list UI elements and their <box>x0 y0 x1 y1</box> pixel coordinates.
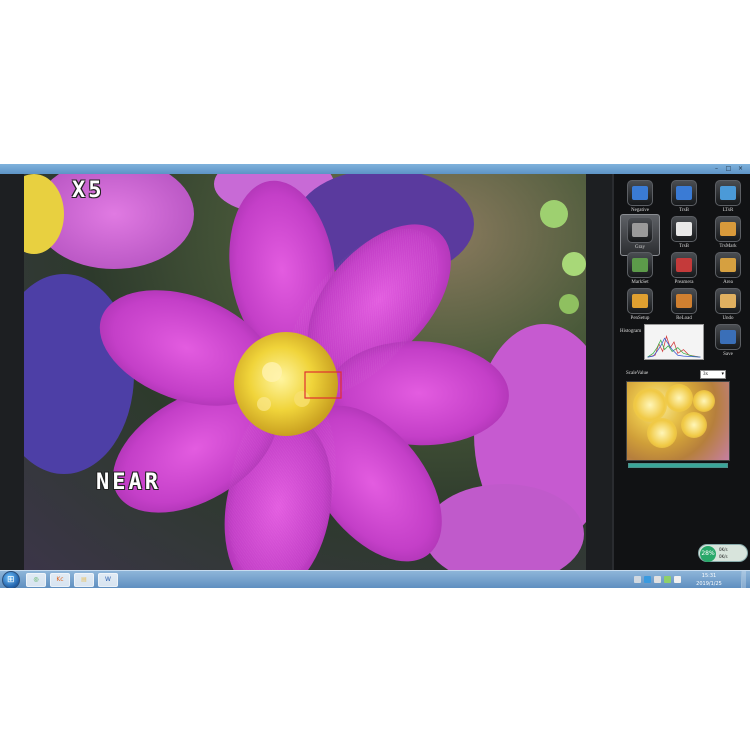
tool-panel: Negative TrsB LTsR Gray TrsB TrsMark MarkSet Pr… <box>612 174 750 570</box>
taskbar: ⊞ ◎ Kc ▤ W 15:31 2019/1/25 <box>0 570 750 588</box>
tool-button-10[interactable]: ReLoad <box>664 286 704 328</box>
markset-icon <box>627 252 653 278</box>
undo-icon <box>715 288 741 314</box>
tool-button-12[interactable]: Save <box>708 322 748 364</box>
preview-pollen <box>681 412 707 438</box>
ltsr-icon <box>715 180 741 206</box>
magnified-preview <box>626 381 730 461</box>
area-icon-glyph <box>720 258 736 272</box>
preamera-icon-glyph <box>676 258 692 272</box>
network-usage-percent: 28% <box>700 546 716 562</box>
focus-mode-overlay: NEAR <box>96 470 161 495</box>
scale-value-select[interactable]: 3x ▾ <box>700 370 726 379</box>
tool-label: ReLoad <box>676 316 692 321</box>
reload-icon <box>671 288 697 314</box>
taskbar-app-word[interactable]: W <box>98 573 118 587</box>
histogram-label: Histogram <box>620 329 642 334</box>
preview-pollen <box>693 390 715 412</box>
volume-icon[interactable] <box>674 576 681 583</box>
download-rate: 0K/s <box>719 554 728 559</box>
negative-icon <box>627 180 653 206</box>
trsmark-icon-glyph <box>720 222 736 236</box>
window-titlebar[interactable]: – □ × <box>0 164 750 174</box>
save-icon <box>715 324 741 350</box>
progress-bar-fill <box>629 464 727 467</box>
network-icon[interactable] <box>664 576 671 583</box>
start-button[interactable]: ⊞ <box>2 571 20 588</box>
preview-pollen <box>665 384 693 412</box>
tray-app-icon[interactable] <box>644 576 651 583</box>
reload-icon-glyph <box>676 294 692 308</box>
tool-label: Save <box>723 352 733 357</box>
minimize-icon[interactable]: – <box>712 165 721 172</box>
flower-image <box>24 174 586 570</box>
clock-time[interactable]: 15:31 <box>692 573 726 579</box>
scale-value-label: ScaleValue <box>626 371 649 376</box>
system-tray: 15:31 2019/1/25 <box>626 571 746 588</box>
clock-date[interactable]: 2019/1/25 <box>692 581 726 587</box>
gray-icon <box>627 217 653 243</box>
taskbar-app-media[interactable]: ◎ <box>26 573 46 587</box>
app-window: – □ × X5 NEAR Negative TrsB LTsR Gray Tr… <box>0 164 750 588</box>
camera-view[interactable]: X5 NEAR <box>24 174 586 570</box>
tray-flag-icon[interactable] <box>654 576 661 583</box>
taskbar-app-explorer[interactable]: ▤ <box>74 573 94 587</box>
tool-button-9[interactable]: PenSetup <box>620 286 660 328</box>
preamera-icon <box>671 252 697 278</box>
histogram-red-curve <box>647 334 701 358</box>
chevron-down-icon: ▾ <box>721 372 724 377</box>
upload-rate: 0K/s <box>719 547 728 552</box>
gray-icon-glyph <box>632 223 648 237</box>
negative-icon-glyph <box>632 186 648 200</box>
progress-bar <box>628 463 728 468</box>
taskbar-app-kc[interactable]: Kc <box>50 573 70 587</box>
trsb2-icon-glyph <box>676 222 692 236</box>
windows-logo-icon: ⊞ <box>7 575 15 585</box>
preview-pollen <box>647 418 677 448</box>
save-icon-glyph <box>720 330 736 344</box>
tray-show-hidden-icon[interactable] <box>634 576 641 583</box>
tool-label: PenSetup <box>630 316 650 321</box>
close-icon[interactable]: × <box>736 165 745 172</box>
preview-pollen <box>633 388 667 422</box>
zoom-level-overlay: X5 <box>72 178 105 203</box>
trsb-icon <box>671 180 697 206</box>
trsmark-icon <box>715 216 741 242</box>
maximize-icon[interactable]: □ <box>724 165 733 172</box>
scale-value-selected: 3x <box>703 372 708 377</box>
undo-icon-glyph <box>720 294 736 308</box>
trsb2-icon <box>671 216 697 242</box>
trsb-icon-glyph <box>676 186 692 200</box>
histogram-graph <box>644 324 704 360</box>
markset-icon-glyph <box>632 258 648 272</box>
ltsr-icon-glyph <box>720 186 736 200</box>
pensetup-icon <box>627 288 653 314</box>
network-speed-widget[interactable]: 28% 0K/s 0K/s <box>698 544 748 562</box>
show-desktop-button[interactable] <box>741 571 746 588</box>
area-icon <box>715 252 741 278</box>
pensetup-icon-glyph <box>632 294 648 308</box>
